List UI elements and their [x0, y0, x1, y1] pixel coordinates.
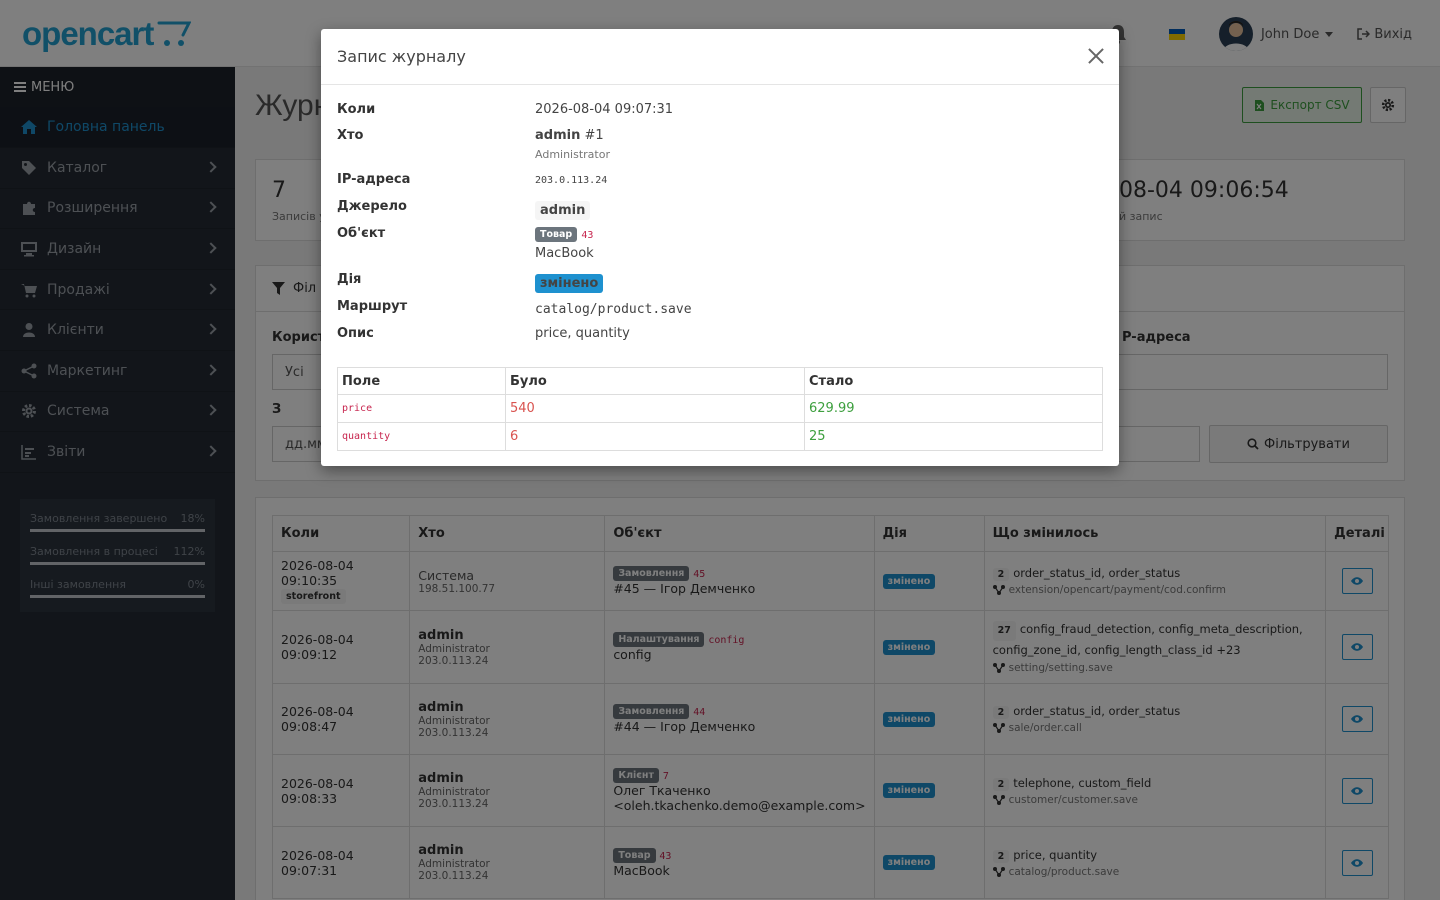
diff-field: price [337, 394, 506, 423]
diff-new: 25 [804, 422, 1103, 451]
modal-header: Запис журналу [321, 29, 1119, 85]
label-action: Дія [337, 272, 362, 287]
diff-new: 629.99 [804, 394, 1103, 423]
label-route: Маршрут [337, 299, 408, 314]
label-object: Об'єкт [337, 226, 386, 241]
log-entry-modal: Запис журналу Коли 2026-08-04 09:07:31 Х… [321, 29, 1119, 466]
value-who-role: Administrator [535, 148, 610, 161]
value-when: 2026-08-04 09:07:31 [535, 102, 674, 117]
diff-old: 6 [505, 422, 805, 451]
close-icon[interactable] [1087, 47, 1105, 65]
value-description: price, quantity [535, 326, 630, 341]
label-who: Хто [337, 128, 364, 143]
value-source-badge: admin [535, 201, 591, 220]
value-action-badge: змінено [535, 274, 604, 293]
value-ip: 203.0.113.24 [535, 175, 608, 186]
diff-field: quantity [337, 422, 506, 451]
diff-row: quantity 6 25 [337, 422, 1103, 451]
label-source: Джерело [337, 199, 407, 214]
diff-col-new: Стало [804, 367, 1103, 395]
value-who: admin #1 [535, 128, 604, 143]
diff-col-old: Було [505, 367, 805, 395]
label-description: Опис [337, 326, 374, 341]
value-route: catalog/product.save [535, 302, 692, 317]
diff-old: 540 [505, 394, 805, 423]
diff-table: Поле Було Стало price 540 629.99 quantit… [337, 367, 1103, 451]
object-type-badge: Товар [535, 227, 578, 242]
value-object-name: MacBook [535, 246, 594, 261]
value-object: Товар 43 [535, 227, 593, 242]
diff-col-field: Поле [337, 367, 506, 395]
label-when: Коли [337, 102, 376, 117]
modal-title: Запис журналу [337, 47, 466, 66]
diff-row: price 540 629.99 [337, 394, 1103, 423]
label-ip: IP-адреса [337, 172, 411, 187]
